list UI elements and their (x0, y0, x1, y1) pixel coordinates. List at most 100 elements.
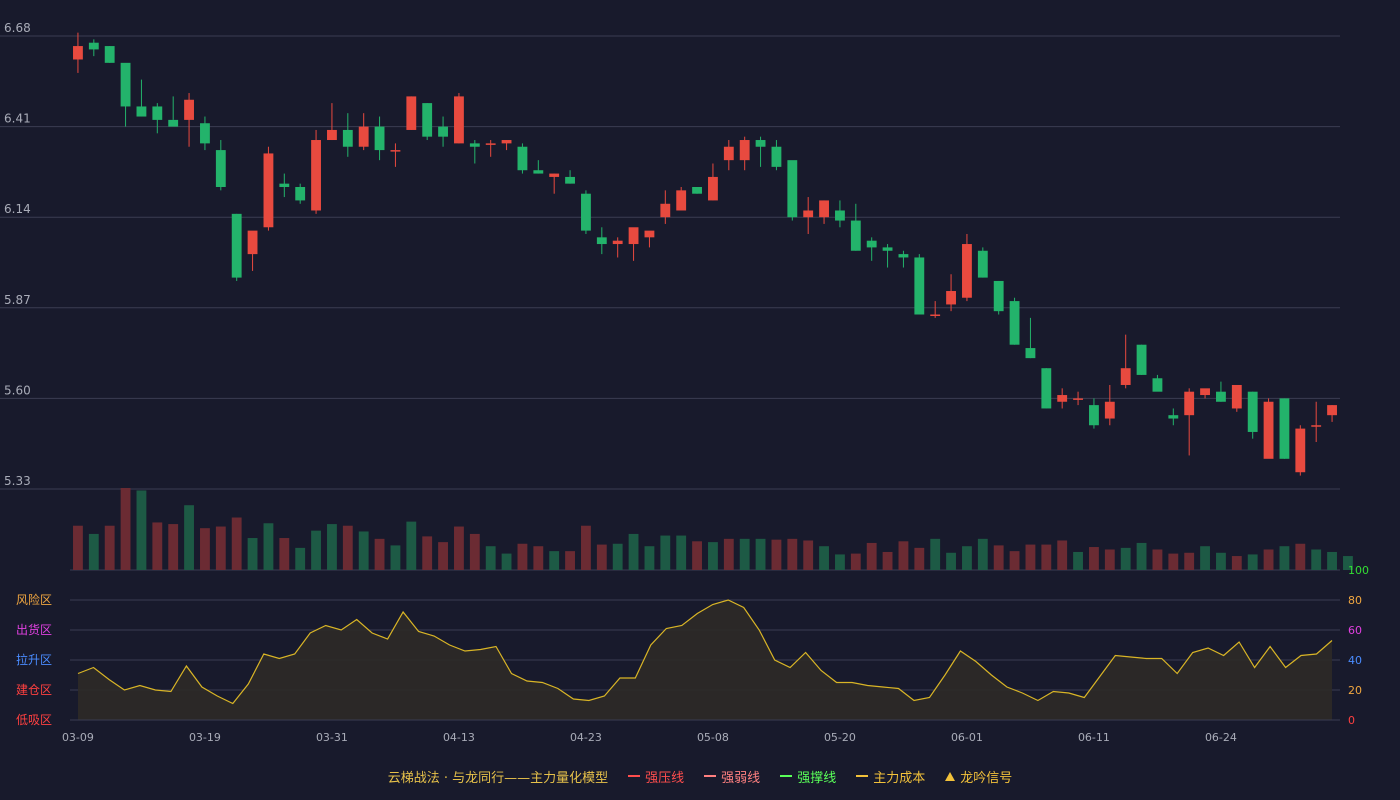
legend-label: 强压线 (645, 770, 685, 786)
candle-body (612, 240, 623, 245)
volume-bar (644, 546, 655, 570)
triangle-icon (945, 771, 956, 781)
x-tick-label: 06-11 (1078, 731, 1110, 744)
indicator-area (78, 600, 1332, 720)
price-tick-label: 6.14 (4, 202, 31, 216)
candle-body (1184, 391, 1195, 416)
volume-bar (1120, 547, 1131, 570)
candle-body (485, 143, 496, 145)
volume-bar (1057, 540, 1068, 570)
candle-body (152, 106, 163, 120)
volume-bar (279, 538, 290, 570)
volume-bar (565, 551, 575, 570)
candle-body (1120, 368, 1131, 385)
volume-bar (1279, 546, 1290, 570)
volume-bar (136, 490, 147, 570)
candle-body (866, 240, 877, 248)
candle-body (803, 210, 814, 218)
candle-body (723, 146, 734, 161)
candle-body (565, 176, 575, 184)
volume-bar (692, 541, 702, 570)
indicator-tick-label: 60 (1348, 624, 1362, 637)
legend-item-support-line[interactable]: 强撑线 (780, 767, 836, 786)
candle-body (628, 227, 639, 245)
candle-body (787, 160, 798, 218)
volume-bar (1152, 549, 1163, 570)
candle-body (1025, 348, 1036, 359)
volume-bar (263, 523, 274, 570)
price-tick-label: 5.33 (4, 474, 31, 488)
candle-body (406, 96, 417, 130)
volume-bar (628, 533, 639, 570)
indicator-zone-label: 建仓区 (16, 683, 52, 697)
x-tick-label: 03-19 (189, 731, 221, 744)
legend-item-dragon-signal[interactable]: 龙吟信号 (945, 767, 1012, 786)
candle-body (374, 126, 385, 151)
volume-bar (533, 546, 544, 570)
candle-body (1168, 415, 1179, 419)
candle-body (342, 129, 353, 147)
volume-bar (1295, 543, 1306, 570)
volume-bar (406, 521, 417, 570)
indicator-tick-label: 40 (1348, 654, 1362, 667)
candle-body (200, 123, 210, 144)
candle-body (1041, 368, 1052, 409)
volume-bar (946, 552, 956, 570)
candle-body (755, 140, 766, 147)
volume-bar (962, 546, 972, 570)
price-tick-label: 5.87 (4, 293, 31, 307)
candle-body (1231, 384, 1242, 409)
candle-body (1216, 391, 1226, 402)
volume-bar (152, 522, 163, 570)
x-tick-label: 03-31 (316, 731, 348, 744)
volume-bar (454, 526, 464, 570)
volume-bar (1041, 544, 1052, 570)
candle-body (596, 237, 607, 245)
candle-body (1089, 405, 1099, 426)
candle-body (1057, 395, 1068, 402)
volume-bar (422, 536, 433, 570)
candle-body (676, 190, 687, 211)
candle-body (739, 140, 750, 161)
volume-bar (168, 524, 179, 570)
volume-bar (914, 547, 925, 570)
candle-body (1152, 378, 1163, 392)
candle-body (835, 210, 845, 221)
volume-bar (1025, 544, 1036, 570)
volume-bar (88, 533, 99, 570)
dashed-line-icon (704, 775, 717, 777)
dashed-line-icon (856, 775, 869, 777)
volume-bar (612, 543, 623, 570)
volume-bar (247, 538, 258, 570)
legend-item-strength-line[interactable]: 强弱线 (704, 767, 760, 786)
candle-body (898, 254, 909, 258)
volume-bar (215, 526, 226, 570)
volume-bar (327, 524, 337, 570)
volume-bar (977, 538, 988, 570)
volume-bar (120, 488, 131, 570)
volume-bar (596, 544, 607, 570)
candle-body (1136, 344, 1147, 375)
legend-item-main-cost[interactable]: 主力成本 (856, 767, 925, 786)
volume-bar (358, 531, 369, 570)
legend-label: 强弱线 (721, 770, 761, 786)
solid-line-icon (780, 775, 793, 777)
candle-body (1327, 405, 1337, 416)
candle-body (454, 96, 464, 144)
candle-body (422, 103, 433, 137)
volume-bar (231, 517, 242, 570)
candle-body (231, 213, 242, 278)
candle-body (136, 106, 147, 117)
volume-bar (295, 547, 306, 570)
indicator-tick-label: 80 (1348, 594, 1362, 607)
price-tick-label: 5.60 (4, 383, 31, 397)
volume-bar (850, 553, 861, 570)
candle-body (993, 280, 1004, 312)
legend-item-strong-pressure[interactable]: 强压线 (628, 767, 684, 786)
volume-bar (1216, 552, 1226, 570)
volume-bar (1327, 551, 1337, 570)
price-tick-label: 6.41 (4, 112, 31, 126)
candle-body (882, 247, 893, 251)
candle-body (73, 46, 83, 60)
volume-bar (739, 538, 750, 570)
